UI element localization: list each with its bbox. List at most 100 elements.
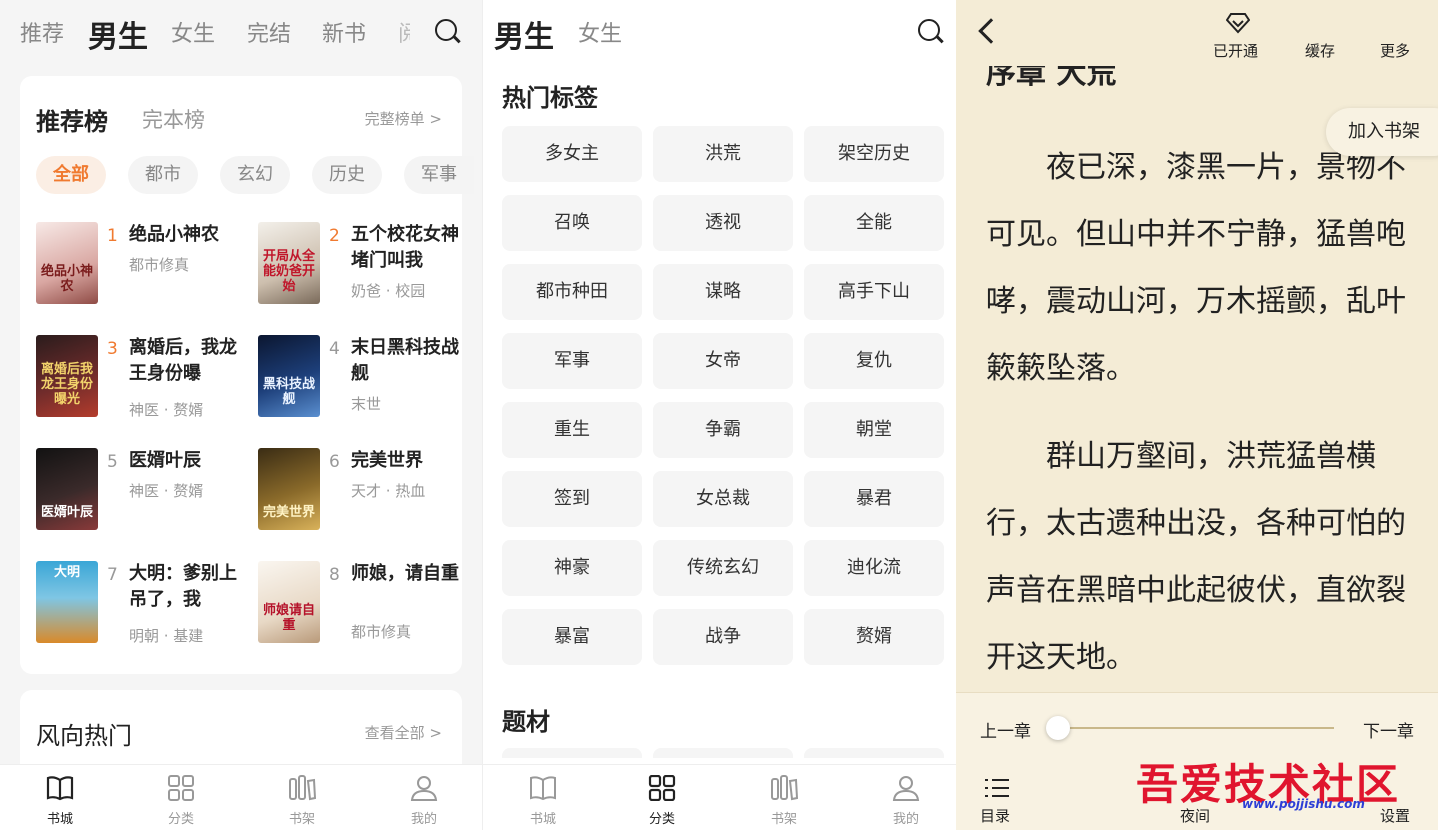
nav-label: 我的	[892, 812, 919, 827]
category-panel: 男生 女生 热门标签 多女主 洪荒 架空历史召唤 透视 全能都市种田 谋略 高手下山军事 女帝…	[482, 0, 956, 830]
nav-label: 分类	[167, 812, 194, 827]
tag-item[interactable]: 全能	[804, 195, 944, 251]
chip-fantasy[interactable]: 玄幻	[220, 156, 290, 194]
tab-recommend[interactable]: 推荐	[20, 16, 64, 48]
nav-bookstore[interactable]: 书城	[483, 765, 603, 830]
rank-title[interactable]: 推荐榜	[36, 102, 108, 137]
full-rank-link[interactable]: 完整榜单 >	[365, 108, 442, 129]
book-meta: 都市修真	[351, 623, 412, 641]
tab-new[interactable]: 新书	[322, 16, 366, 48]
book-cover: 黑科技战舰	[258, 335, 320, 417]
slider-handle[interactable]	[1046, 716, 1070, 740]
nav-category[interactable]: 分类	[602, 765, 722, 830]
search-icon[interactable]	[434, 18, 462, 46]
nav-label: 书城	[529, 812, 556, 827]
tag-item[interactable]: 争霸	[653, 402, 793, 458]
search-icon[interactable]	[917, 18, 945, 46]
chip-all[interactable]: 全部	[36, 156, 106, 194]
tab-male[interactable]: 男生	[88, 12, 148, 56]
tag-item[interactable]: 召唤	[502, 195, 642, 251]
diamond-icon	[1226, 13, 1250, 34]
tag-item[interactable]: 传统玄幻	[653, 540, 793, 596]
book-rank: 3	[107, 339, 118, 359]
book-meta: 都市修真	[129, 256, 190, 274]
toc-button[interactable]: 目录	[980, 805, 1010, 826]
chip-military[interactable]: 军事	[404, 156, 474, 194]
tag-item[interactable]: 高手下山	[804, 264, 944, 320]
chip-urban[interactable]: 都市	[128, 156, 198, 194]
nav-category[interactable]: 分类	[121, 765, 241, 830]
chip-history[interactable]: 历史	[312, 156, 382, 194]
tag-item[interactable]: 神豪	[502, 540, 642, 596]
tag-item[interactable]: 多女主	[502, 126, 642, 182]
tag-item[interactable]: 迪化流	[804, 540, 944, 596]
tag-item[interactable]: 复仇	[804, 333, 944, 389]
subject-title: 题材	[502, 708, 550, 736]
tag-item[interactable]: 透视	[653, 195, 793, 251]
tag-item[interactable]: 朝堂	[804, 402, 944, 458]
nav-label: 书城	[46, 812, 73, 827]
book-cover: 大明	[36, 561, 98, 643]
tag-item[interactable]: 战争	[653, 609, 793, 665]
book-title: 大明：爹别上吊了，我	[129, 563, 237, 610]
book-item[interactable]: 师娘请自重 8 师娘，请自重 都市修真	[258, 561, 468, 651]
book-title: 末日黑科技战舰	[351, 337, 459, 384]
tag-item[interactable]: 女帝	[653, 333, 793, 389]
view-all-link[interactable]: 查看全部 >	[365, 722, 442, 743]
bookstore-panel: 推荐 男生 女生 完结 新书 阅 推荐榜 完本榜 完整榜单 > 全部 都市 玄幻…	[0, 0, 482, 830]
bottom-nav: 书城 分类 书架 我的	[0, 764, 482, 830]
book-title: 五个校花女神堵门叫我	[351, 224, 459, 271]
tag-placeholder	[502, 748, 642, 758]
nav-bookstore[interactable]: 书城	[0, 765, 120, 830]
tag-item[interactable]: 签到	[502, 471, 642, 527]
tab-more-clipped[interactable]: 阅	[398, 16, 410, 48]
tag-item[interactable]: 都市种田	[502, 264, 642, 320]
more-button[interactable]: 更多	[1380, 40, 1410, 61]
tag-placeholder	[653, 748, 793, 758]
tab-female[interactable]: 女生	[171, 16, 215, 48]
cache-button[interactable]: 缓存	[1305, 40, 1335, 61]
list-icon	[985, 779, 1009, 797]
user-icon	[410, 776, 438, 801]
book-rank: 1	[107, 226, 118, 246]
tab-finished[interactable]: 完结	[247, 16, 291, 48]
tag-item[interactable]: 女总裁	[653, 471, 793, 527]
category-tab-female[interactable]: 女生	[578, 16, 622, 48]
book-meta: 末世	[351, 395, 382, 413]
nav-shelf[interactable]: 书架	[724, 765, 844, 830]
book-item[interactable]: 开局从全能奶爸开始 2 五个校花女神堵门叫我 奶爸 · 校园	[258, 222, 468, 312]
book-item[interactable]: 医婿叶辰 5 医婿叶辰 神医 · 赘婿	[36, 448, 246, 538]
add-to-shelf-button[interactable]: 加入书架	[1326, 108, 1438, 156]
book-item[interactable]: 大明 7 大明：爹别上吊了，我 明朝 · 基建	[36, 561, 246, 651]
tag-item[interactable]: 军事	[502, 333, 642, 389]
progress-slider[interactable]	[1056, 727, 1334, 729]
nav-profile[interactable]: 我的	[364, 765, 482, 830]
book-item[interactable]: 绝品小神农 1 绝品小神农 都市修真	[36, 222, 246, 312]
bottom-nav: 书城 分类 书架 我的	[483, 764, 956, 830]
book-item[interactable]: 离婚后我龙王身份曝光 3 离婚后，我龙王身份曝 神医 · 赘婿	[36, 335, 246, 425]
category-tab-male[interactable]: 男生	[494, 12, 554, 56]
next-chapter-button[interactable]: 下一章	[1363, 717, 1414, 742]
hot-title: 风向热门	[36, 722, 132, 750]
nav-profile[interactable]: 我的	[846, 765, 956, 830]
open-book-icon	[530, 776, 556, 801]
book-item[interactable]: 完美世界 6 完美世界 天才 · 热血	[258, 448, 468, 538]
tag-item[interactable]: 暴君	[804, 471, 944, 527]
vip-button[interactable]: 已开通	[1213, 40, 1258, 61]
tag-item[interactable]: 谋略	[653, 264, 793, 320]
tag-item[interactable]: 暴富	[502, 609, 642, 665]
grid-icon	[168, 775, 194, 801]
tag-item[interactable]: 洪荒	[653, 126, 793, 182]
book-item[interactable]: 黑科技战舰 4 末日黑科技战舰 末世	[258, 335, 468, 425]
tag-item[interactable]: 重生	[502, 402, 642, 458]
book-title: 师娘，请自重	[351, 563, 459, 584]
book-cover: 师娘请自重	[258, 561, 320, 643]
prev-chapter-button[interactable]: 上一章	[980, 717, 1031, 742]
back-icon[interactable]	[978, 18, 1004, 44]
book-cover: 离婚后我龙王身份曝光	[36, 335, 98, 417]
nav-shelf[interactable]: 书架	[242, 765, 362, 830]
hot-tags-title: 热门标签	[502, 84, 598, 112]
tag-item[interactable]: 赘婿	[804, 609, 944, 665]
tag-item[interactable]: 架空历史	[804, 126, 944, 182]
finished-rank-title[interactable]: 完本榜	[142, 104, 205, 134]
